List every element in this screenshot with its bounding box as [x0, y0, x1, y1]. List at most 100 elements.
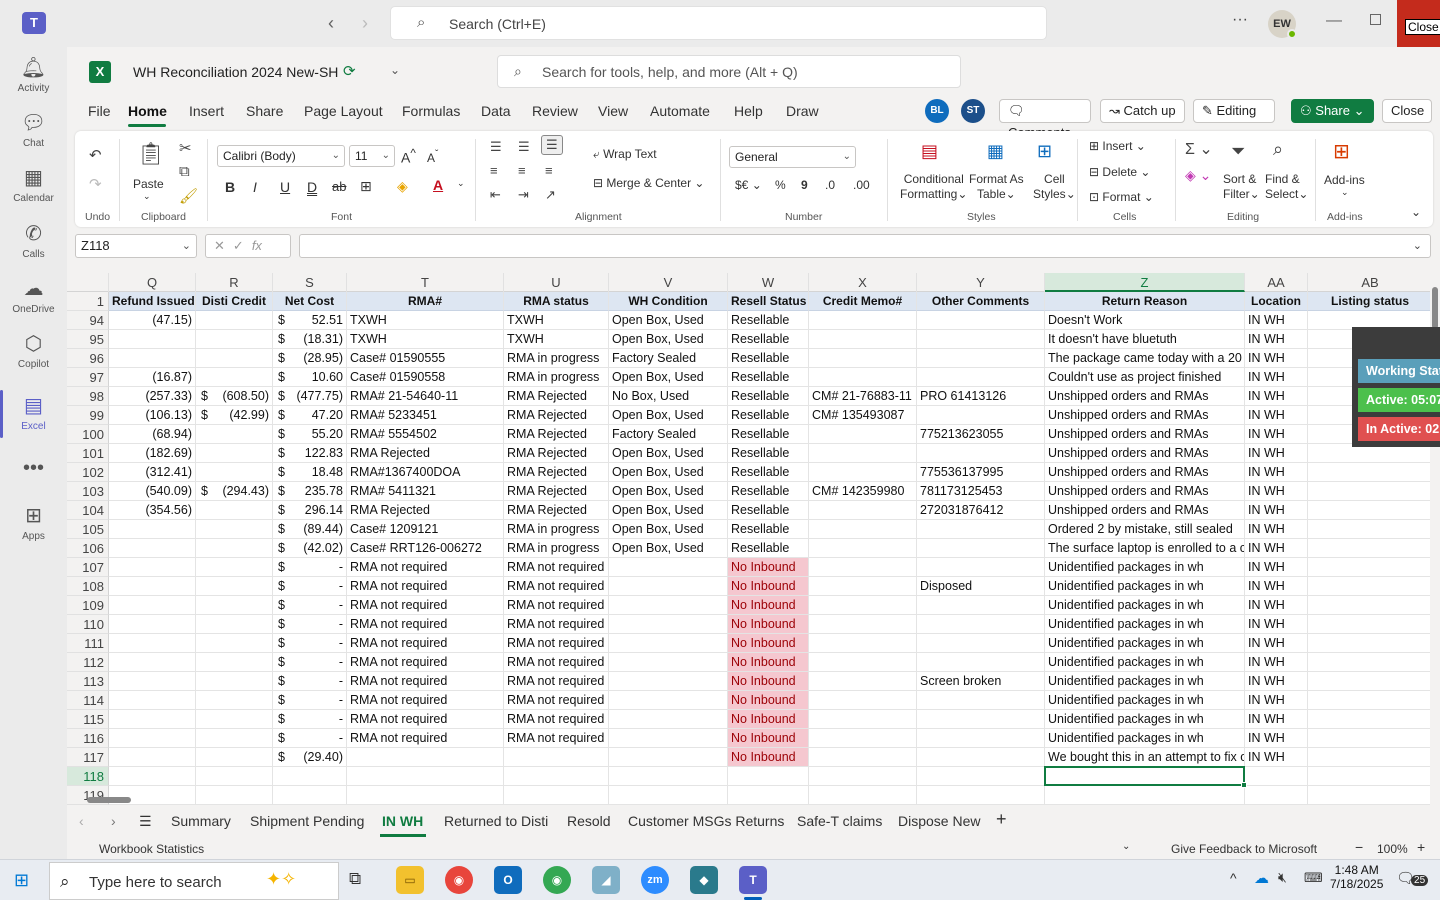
- more-options-icon[interactable]: ···: [1232, 11, 1248, 29]
- table-cell[interactable]: $ (29.40): [273, 748, 347, 767]
- table-cell[interactable]: Unidentified packages in wh: [1045, 672, 1245, 691]
- align-top-icon[interactable]: ☰: [490, 139, 502, 155]
- close-file-button[interactable]: Close: [1382, 99, 1432, 123]
- percent-format-button[interactable]: %: [775, 178, 786, 192]
- table-cell[interactable]: Unidentified packages in wh: [1045, 577, 1245, 596]
- column-title-cell[interactable]: WH Condition: [609, 292, 728, 311]
- row-header[interactable]: 111: [67, 634, 109, 653]
- table-cell[interactable]: Open Box, Used: [609, 330, 728, 349]
- table-cell[interactable]: [809, 501, 917, 520]
- table-cell[interactable]: [609, 615, 728, 634]
- table-cell[interactable]: We bought this in an attempt to fix o: [1045, 748, 1245, 767]
- align-bottom-icon[interactable]: ☰: [541, 135, 563, 155]
- editing-mode-button[interactable]: ✎ Editing ⌄: [1193, 99, 1275, 140]
- search-highlights-icon[interactable]: ✦✧: [266, 869, 296, 890]
- table-cell[interactable]: [809, 729, 917, 748]
- table-cell[interactable]: [609, 748, 728, 767]
- back-arrow-icon[interactable]: ‹: [328, 13, 334, 34]
- row-header[interactable]: 94: [67, 311, 109, 330]
- table-cell[interactable]: (47.15): [109, 311, 196, 330]
- table-cell[interactable]: $ (89.44): [273, 520, 347, 539]
- table-cell[interactable]: Unidentified packages in wh: [1045, 558, 1245, 577]
- table-cell[interactable]: Resellable: [728, 463, 809, 482]
- table-cell[interactable]: IN WH: [1245, 729, 1308, 748]
- avatar[interactable]: EW: [1268, 10, 1297, 39]
- column-title-cell[interactable]: Return Reason: [1045, 292, 1245, 311]
- table-cell[interactable]: [917, 634, 1045, 653]
- row-header[interactable]: 103: [67, 482, 109, 501]
- table-cell[interactable]: [109, 577, 196, 596]
- rail-item-onedrive[interactable]: ☁ OneDrive: [0, 276, 67, 315]
- table-cell[interactable]: [917, 311, 1045, 330]
- table-cell[interactable]: [809, 596, 917, 615]
- row-header[interactable]: 110: [67, 615, 109, 634]
- column-header-y[interactable]: Y: [917, 273, 1045, 292]
- table-cell[interactable]: (312.41): [109, 463, 196, 482]
- table-cell[interactable]: Resellable: [728, 520, 809, 539]
- table-cell[interactable]: IN WH: [1245, 634, 1308, 653]
- table-cell[interactable]: IN WH: [1245, 368, 1308, 387]
- table-cell[interactable]: IN WH: [1245, 463, 1308, 482]
- table-cell[interactable]: $ (42.02): [273, 539, 347, 558]
- row-header[interactable]: 112: [67, 653, 109, 672]
- format-cells-button[interactable]: ⊡ Format ⌄: [1089, 190, 1154, 204]
- table-cell[interactable]: [1308, 577, 1430, 596]
- sheet-tab-in-wh[interactable]: IN WH: [382, 813, 423, 829]
- row-header[interactable]: 100: [67, 425, 109, 444]
- table-cell[interactable]: [609, 691, 728, 710]
- table-cell[interactable]: RMA not required: [347, 596, 504, 615]
- table-cell[interactable]: [196, 368, 273, 387]
- table-cell[interactable]: [196, 558, 273, 577]
- table-cell[interactable]: $10.60: [273, 368, 347, 387]
- row-header[interactable]: 115: [67, 710, 109, 729]
- table-cell[interactable]: [809, 520, 917, 539]
- column-header-z[interactable]: Z: [1045, 273, 1245, 292]
- onedrive-tray-icon[interactable]: ☁: [1254, 869, 1269, 887]
- format-as-table-button[interactable]: Format As Table⌄: [969, 172, 1024, 202]
- table-cell[interactable]: The package came today with a 20 p: [1045, 349, 1245, 368]
- row-header[interactable]: 101: [67, 444, 109, 463]
- table-cell[interactable]: No Inbound: [728, 748, 809, 767]
- table-cell[interactable]: [917, 710, 1045, 729]
- windows-start-icon[interactable]: ⊞: [14, 870, 29, 891]
- table-cell[interactable]: Resellable: [728, 349, 809, 368]
- table-cell[interactable]: IN WH: [1245, 596, 1308, 615]
- table-cell[interactable]: RMA Rejected: [347, 501, 504, 520]
- table-cell[interactable]: RMA not required: [347, 615, 504, 634]
- task-view-icon[interactable]: ⧉: [349, 869, 361, 889]
- table-cell[interactable]: [1308, 748, 1430, 767]
- table-cell[interactable]: $ (18.31): [273, 330, 347, 349]
- table-cell[interactable]: $235.78: [273, 482, 347, 501]
- spreadsheet-grid[interactable]: Q R S T U V W X Y Z AA AB 1 Refund Issued Disti Credi…: [67, 273, 1430, 805]
- row-header[interactable]: 116: [67, 729, 109, 748]
- table-cell[interactable]: [1308, 729, 1430, 748]
- table-cell[interactable]: RMA# 5411321: [347, 482, 504, 501]
- table-cell[interactable]: RMA Rejected: [504, 425, 609, 444]
- table-cell[interactable]: Resellable: [728, 406, 809, 425]
- table-cell[interactable]: [109, 748, 196, 767]
- chevron-down-icon[interactable]: ⌄: [1341, 187, 1349, 198]
- clock[interactable]: 1:48 AM 7/18/2025: [1330, 863, 1383, 891]
- table-cell[interactable]: No Inbound: [728, 710, 809, 729]
- table-cell[interactable]: Open Box, Used: [609, 368, 728, 387]
- rail-item-excel[interactable]: ▤ Excel: [0, 393, 67, 432]
- table-cell[interactable]: PRO 61413126: [917, 387, 1045, 406]
- column-header-t[interactable]: T: [347, 273, 504, 292]
- table-cell[interactable]: [1308, 596, 1430, 615]
- rail-item-calendar[interactable]: ▦ Calendar: [0, 165, 67, 204]
- table-cell[interactable]: 775213623055: [917, 425, 1045, 444]
- maximize-button[interactable]: [1370, 14, 1381, 25]
- bold-icon[interactable]: B: [225, 179, 235, 195]
- tab-automate[interactable]: Automate: [650, 103, 710, 119]
- comments-button[interactable]: 🗨︎ Comments: [999, 99, 1091, 140]
- forward-arrow-icon[interactable]: ›: [362, 13, 368, 34]
- table-cell[interactable]: IN WH: [1245, 444, 1308, 463]
- table-cell[interactable]: [809, 463, 917, 482]
- chevron-down-icon[interactable]: ⌄: [1122, 841, 1130, 852]
- table-cell[interactable]: Open Box, Used: [609, 311, 728, 330]
- row-header[interactable]: 96: [67, 349, 109, 368]
- table-cell[interactable]: Resellable: [728, 368, 809, 387]
- table-cell[interactable]: [917, 520, 1045, 539]
- table-cell[interactable]: RMA Rejected: [504, 406, 609, 425]
- tab-help[interactable]: Help: [734, 103, 763, 119]
